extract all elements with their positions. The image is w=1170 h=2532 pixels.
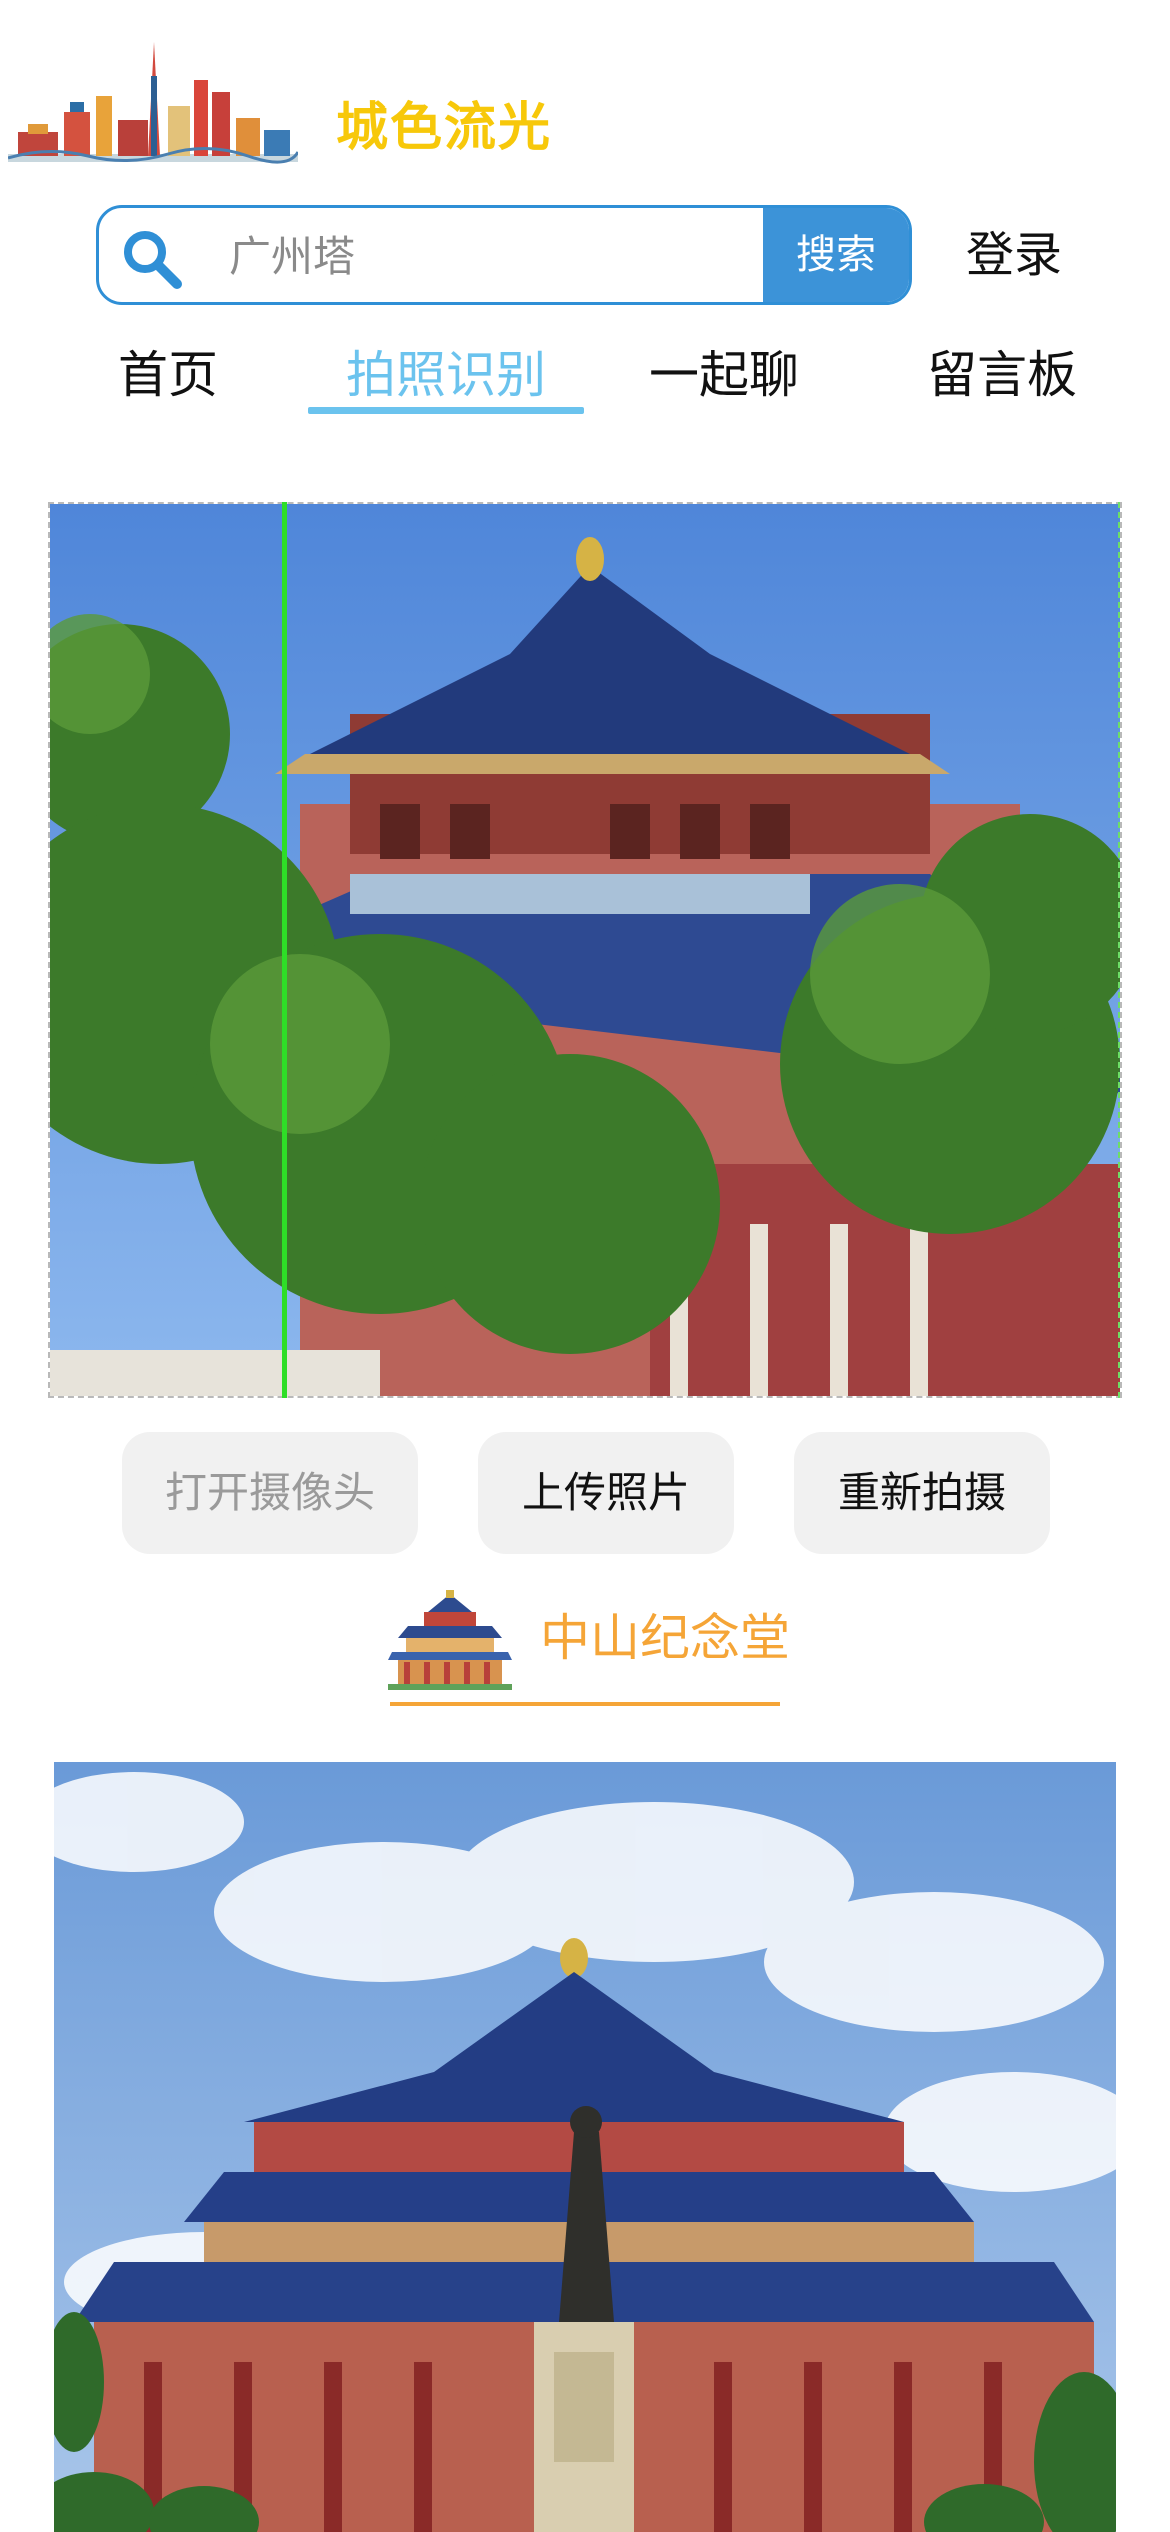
search-input[interactable] <box>227 208 851 302</box>
result-title-underline <box>390 1702 780 1706</box>
landmark-photo-image <box>54 1762 1116 2532</box>
camera-preview <box>48 502 1122 1398</box>
frame-edge <box>1118 502 1122 1398</box>
nav-message-board[interactable]: 留言板 <box>862 343 1142 407</box>
city-skyline-logo <box>8 42 298 164</box>
open-camera-button[interactable]: 打开摄像头 <box>122 1432 418 1554</box>
nav-photo-recognition[interactable]: 拍照识别 <box>306 343 586 407</box>
nav-active-indicator <box>308 407 584 414</box>
retake-photo-button[interactable]: 重新拍摄 <box>794 1432 1050 1554</box>
login-link[interactable]: 登录 <box>966 225 1062 285</box>
brand-title: 城色流光 <box>336 98 553 158</box>
search-icon <box>124 231 182 289</box>
landmark-photo <box>54 1762 1116 2532</box>
scan-line <box>282 502 287 1398</box>
nav-home[interactable]: 首页 <box>28 343 308 407</box>
uploaded-photo <box>50 504 1120 1396</box>
memorial-hall-icon <box>388 1590 512 1690</box>
upload-photo-button[interactable]: 上传照片 <box>478 1432 734 1554</box>
search-bar[interactable]: 搜索 <box>96 205 912 305</box>
search-button[interactable]: 搜索 <box>763 208 909 302</box>
landmark-name: 中山纪念堂 <box>540 1609 790 1667</box>
nav-chat[interactable]: 一起聊 <box>584 343 864 407</box>
